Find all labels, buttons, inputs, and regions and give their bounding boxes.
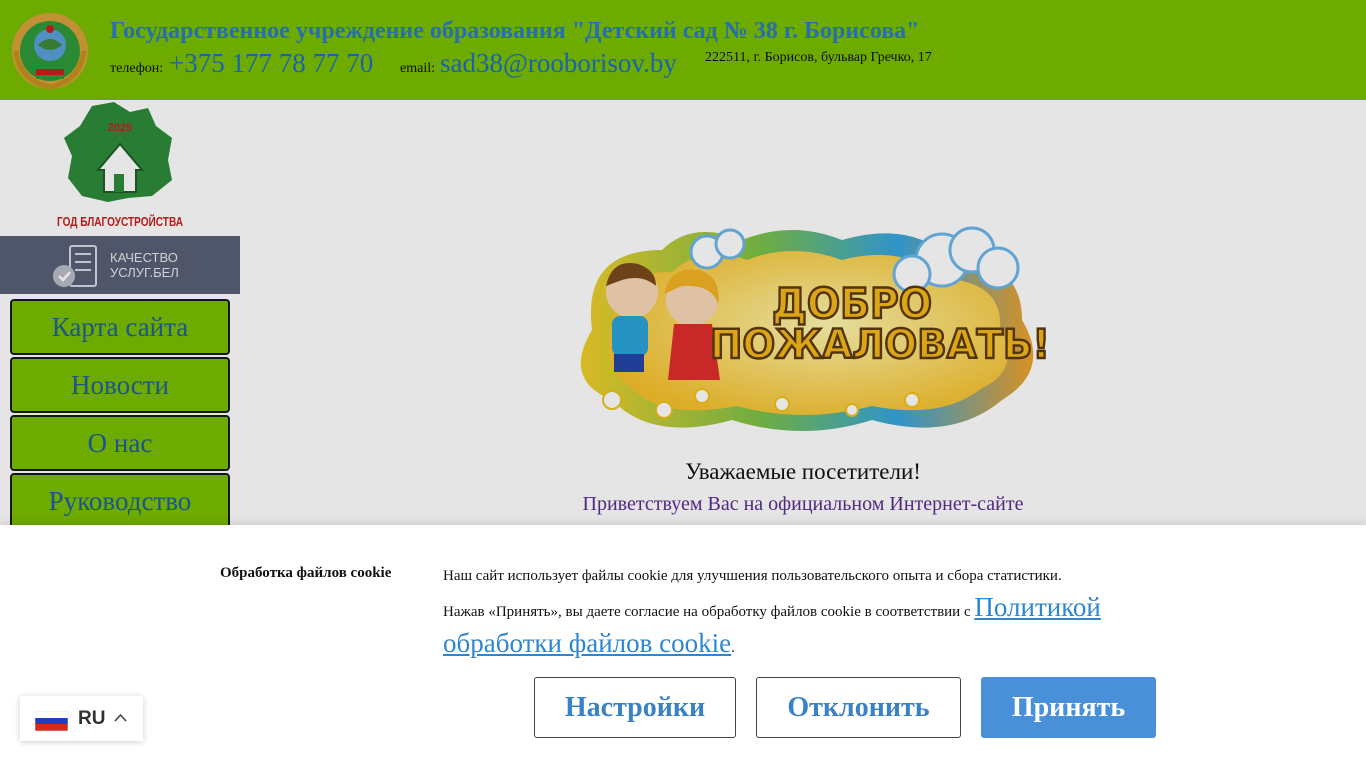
cookie-consent-panel: Обработка файлов cookie Наш сайт использ… — [0, 525, 1366, 768]
language-code: RU — [78, 708, 106, 729]
cookie-description: Наш сайт использует файлы cookie для улу… — [443, 562, 1163, 663]
cookie-text-line2: Нажав «Принять», вы даете согласие на об… — [443, 604, 975, 620]
cookie-text-line1: Наш сайт использует файлы cookie для улу… — [443, 568, 1062, 584]
russia-flag-icon — [35, 711, 68, 731]
language-switcher[interactable]: RU — [20, 696, 143, 741]
chevron-up-icon — [114, 713, 127, 722]
cookie-accept-button[interactable]: Принять — [981, 677, 1156, 738]
cookie-settings-button[interactable]: Настройки — [534, 677, 736, 738]
cookie-text-end: . — [731, 640, 735, 656]
cookie-title: Обработка файлов cookie — [220, 565, 392, 581]
cookie-decline-button[interactable]: Отклонить — [756, 677, 961, 738]
cookie-policy-link[interactable]: Политикой обработки файлов cookie — [443, 592, 1101, 658]
